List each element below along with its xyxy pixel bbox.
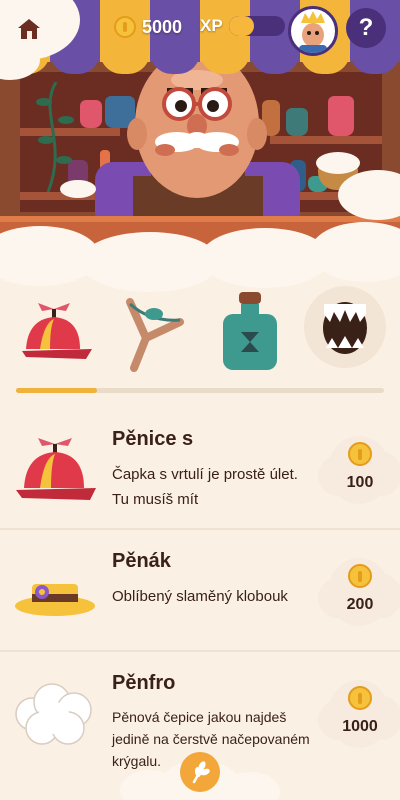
potion-bottle-icon bbox=[223, 292, 277, 370]
product-list: Pěnice s Čapka s vrtulí je prostě úlet. … bbox=[0, 410, 400, 800]
price-value: 100 bbox=[346, 474, 374, 491]
carousel-item-propeller-cap[interactable] bbox=[12, 290, 96, 374]
product-title: Pěnák bbox=[112, 550, 171, 572]
price-value: 200 bbox=[346, 596, 374, 613]
cloud bbox=[60, 180, 96, 198]
avatar[interactable] bbox=[288, 6, 338, 56]
wheat-button[interactable] bbox=[180, 752, 220, 792]
xp-meter: XP bbox=[200, 16, 285, 36]
foam-cap-icon bbox=[15, 683, 92, 745]
propeller-cap-icon bbox=[16, 438, 96, 500]
wheat-icon bbox=[192, 761, 210, 784]
coin-icon bbox=[114, 16, 136, 38]
xp-bar-fill bbox=[228, 16, 254, 36]
coin-icon bbox=[348, 686, 372, 710]
item-carousel bbox=[0, 250, 400, 410]
carousel-item-potion[interactable] bbox=[208, 290, 292, 374]
carousel-scroll-track[interactable] bbox=[16, 388, 384, 393]
red-bottle bbox=[328, 96, 354, 136]
coin-count: 5000 bbox=[142, 16, 183, 37]
product-description: Oblíbený slaměný klobouk bbox=[112, 588, 288, 605]
product-row-penice[interactable]: Pěnice s Čapka s vrtulí je prostě úlet. … bbox=[0, 410, 400, 530]
price-tag[interactable]: 1000 bbox=[318, 676, 400, 752]
price-tag[interactable]: 100 bbox=[318, 432, 400, 508]
foam bbox=[316, 152, 360, 174]
product-image bbox=[12, 434, 98, 504]
product-image bbox=[12, 678, 98, 748]
coin-icon bbox=[348, 564, 372, 588]
coin-icon bbox=[348, 442, 372, 466]
home-icon bbox=[18, 19, 40, 39]
xp-bar bbox=[228, 16, 285, 36]
product-description: Čapka s vrtulí je prostě úlet. Tu musíš … bbox=[112, 466, 298, 508]
help-button[interactable]: ? bbox=[346, 8, 386, 48]
top-bar: 5000 XP ? bbox=[0, 0, 400, 56]
product-title: Pěnice s bbox=[112, 428, 194, 450]
shopkeeper bbox=[95, 50, 300, 230]
carousel-item-shark[interactable] bbox=[304, 286, 386, 368]
xp-label: XP bbox=[200, 16, 223, 35]
shark-jaw-icon bbox=[323, 302, 367, 354]
slingshot-icon bbox=[126, 298, 184, 372]
king-avatar-icon bbox=[299, 11, 327, 53]
product-image bbox=[12, 556, 98, 626]
home-button[interactable] bbox=[12, 12, 46, 46]
product-row-penak[interactable]: Pěnák Oblíbený slaměný klobouk 200 bbox=[0, 532, 400, 652]
price-value: 1000 bbox=[342, 718, 378, 735]
carousel-item-slingshot[interactable] bbox=[112, 290, 196, 374]
product-title: Pěnfro bbox=[112, 672, 176, 694]
vine-plant bbox=[36, 82, 74, 192]
coin-balance: 5000 bbox=[114, 16, 182, 38]
cloud bbox=[338, 170, 400, 220]
straw-hat-icon bbox=[15, 584, 95, 616]
carousel-scroll-thumb[interactable] bbox=[16, 388, 97, 393]
price-tag[interactable]: 200 bbox=[318, 554, 400, 630]
propeller-cap-icon bbox=[22, 303, 92, 359]
